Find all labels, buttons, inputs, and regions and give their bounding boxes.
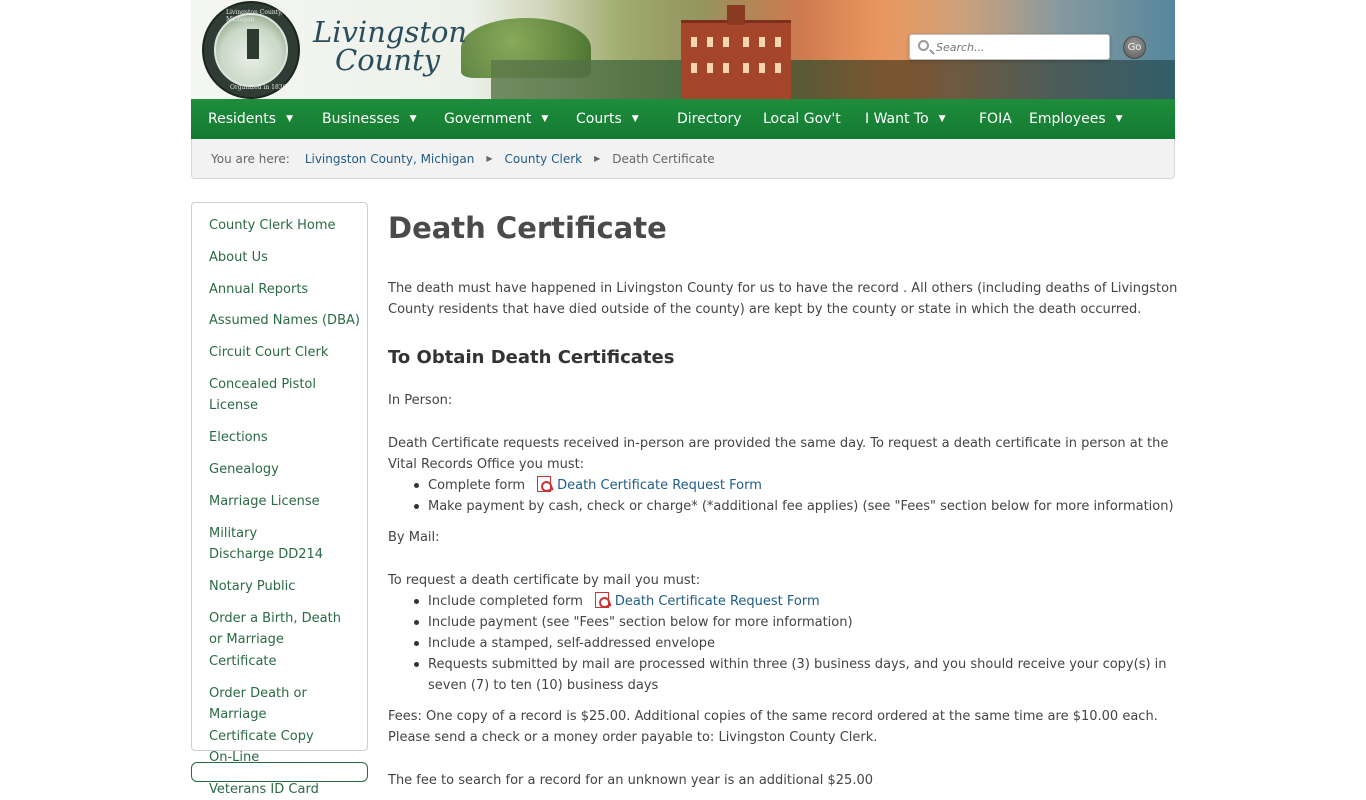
list-item: Make payment by cash, check or charge* (… <box>412 496 1178 517</box>
search-input[interactable] <box>936 39 1104 56</box>
sidebar-item-veterans-id-card[interactable]: Veterans ID Card <box>209 779 367 800</box>
brand-line-1: Livingston <box>313 15 468 49</box>
header-banner: Livingston County, Michigan Organized in… <box>191 0 1175 99</box>
sidebar-item-military-discharge[interactable]: Military Discharge DD214 <box>209 523 324 566</box>
by-mail-list: Include completed form Death Certificate … <box>412 591 1178 696</box>
page-wrapper: Livingston County, Michigan Organized in… <box>191 0 1177 797</box>
nav-label: Courts <box>576 111 622 127</box>
nav-courts[interactable]: Courts ▼ <box>559 99 660 139</box>
main-content: Death Certificate The death must have ha… <box>388 202 1178 791</box>
nav-local-govt[interactable]: Local Gov't <box>746 99 848 139</box>
nav-employees[interactable]: Employees ▼ <box>1012 99 1132 139</box>
dropdown-arrow-icon: ▼ <box>541 114 549 124</box>
sidebar-item-order-certificate[interactable]: Order a Birth, Death or Marriage Certifi… <box>209 608 349 673</box>
nav-foia[interactable]: FOIA <box>962 99 1012 139</box>
sidebar-item-notary-public[interactable]: Notary Public <box>209 576 367 598</box>
nav-directory[interactable]: Directory <box>660 99 746 139</box>
breadcrumb-separator-icon: ▶ <box>594 154 601 163</box>
list-item: Include a stamped, self-addressed envelo… <box>412 633 1178 654</box>
dropdown-arrow-icon: ▼ <box>286 114 293 124</box>
sidebar-item-annual-reports[interactable]: Annual Reports <box>209 279 367 301</box>
seal-bottom-text: Organized in 1836 <box>230 84 287 91</box>
fees-text: Fees: One copy of a record is $25.00. Ad… <box>388 709 1158 745</box>
list-item: Requests submitted by mail are processed… <box>412 654 1178 696</box>
seal-emblem <box>214 13 288 87</box>
by-mail-text: To request a death certificate by mail y… <box>388 573 701 588</box>
pdf-icon <box>537 476 552 492</box>
list-item: Include completed form Death Certificate … <box>412 591 1178 612</box>
banner-lake <box>491 60 1175 99</box>
in-person-list: Complete form Death Certificate Request F… <box>412 475 1178 517</box>
county-seal-logo[interactable]: Livingston County, Michigan Organized in… <box>202 1 300 99</box>
sidebar-item-county-clerk-home[interactable]: County Clerk Home <box>209 215 367 237</box>
death-certificate-form-link[interactable]: Death Certificate Request Form <box>557 478 762 493</box>
dropdown-arrow-icon: ▼ <box>631 114 639 124</box>
in-person-label: In Person: <box>388 393 453 408</box>
breadcrumb-link-home[interactable]: Livingston County, Michigan <box>305 152 475 166</box>
search-go-button[interactable]: Go <box>1123 36 1146 59</box>
nav-government[interactable]: Government ▼ <box>427 99 559 139</box>
breadcrumb-label: You are here: <box>211 151 290 166</box>
sidebar-item-concealed-pistol-license[interactable]: Concealed Pistol License <box>209 374 367 417</box>
banner-courthouse <box>681 5 791 99</box>
sidebar-item-circuit-court-clerk[interactable]: Circuit Court Clerk <box>209 342 367 364</box>
nav-label: Employees <box>1029 111 1106 127</box>
pdf-icon <box>594 592 609 608</box>
in-person-text: Death Certificate requests received in-p… <box>388 436 1169 472</box>
nav-label: Residents <box>208 111 277 127</box>
breadcrumb-link-county-clerk[interactable]: County Clerk <box>505 152 583 166</box>
section-heading-obtain: To Obtain Death Certificates <box>388 347 675 368</box>
sidebar-item-genealogy[interactable]: Genealogy <box>209 459 367 481</box>
site-brand[interactable]: Livingston County <box>313 15 468 77</box>
sidebar-secondary-box <box>191 762 368 782</box>
breadcrumb-separator-icon: ▶ <box>486 154 493 163</box>
list-item: Include payment (see "Fees" section belo… <box>412 612 1178 633</box>
sidebar-item-order-online[interactable]: Order Death or Marriage Certificate Copy… <box>209 683 334 769</box>
nav-businesses[interactable]: Businesses ▼ <box>305 99 427 139</box>
sidebar-item-assumed-names[interactable]: Assumed Names (DBA) <box>209 310 367 332</box>
list-item: Complete form Death Certificate Request F… <box>412 475 1178 496</box>
nav-label: Local Gov't <box>763 111 841 127</box>
breadcrumb: You are here: Livingston County, Michiga… <box>191 139 1175 179</box>
nav-residents[interactable]: Residents ▼ <box>191 99 305 139</box>
sidebar-item-marriage-license[interactable]: Marriage License <box>209 491 367 513</box>
nav-label: Businesses <box>322 111 400 127</box>
nav-label: Government <box>444 111 532 127</box>
search-box <box>909 34 1110 60</box>
by-mail-label: By Mail: <box>388 530 440 545</box>
death-certificate-form-link[interactable]: Death Certificate Request Form <box>615 594 820 609</box>
dropdown-arrow-icon: ▼ <box>1115 114 1123 124</box>
seal-top-text: Livingston County, Michigan <box>226 9 283 23</box>
list-item-text: Complete form <box>428 478 526 493</box>
nav-label: FOIA <box>979 111 1012 127</box>
breadcrumb-current: Death Certificate <box>612 151 715 166</box>
dropdown-arrow-icon: ▼ <box>409 114 417 124</box>
nav-label: I Want To <box>865 111 929 127</box>
fees-search-text: The fee to search for a record for an un… <box>388 773 873 788</box>
nav-i-want-to[interactable]: I Want To ▼ <box>848 99 962 139</box>
intro-text: The death must have happened in Livingst… <box>388 281 1178 317</box>
page-title: Death Certificate <box>388 211 667 245</box>
search-icon <box>918 40 929 51</box>
list-item-text: Include completed form <box>428 594 583 609</box>
dropdown-arrow-icon: ▼ <box>938 114 946 124</box>
brand-line-2: County <box>335 43 441 77</box>
nav-label: Directory <box>677 111 742 127</box>
sidebar-item-about-us[interactable]: About Us <box>209 247 367 269</box>
sidebar: County Clerk Home About Us Annual Report… <box>191 202 368 797</box>
main-navigation: Residents ▼ Businesses ▼ Government ▼ Co… <box>191 99 1175 139</box>
sidebar-item-elections[interactable]: Elections <box>209 427 367 449</box>
